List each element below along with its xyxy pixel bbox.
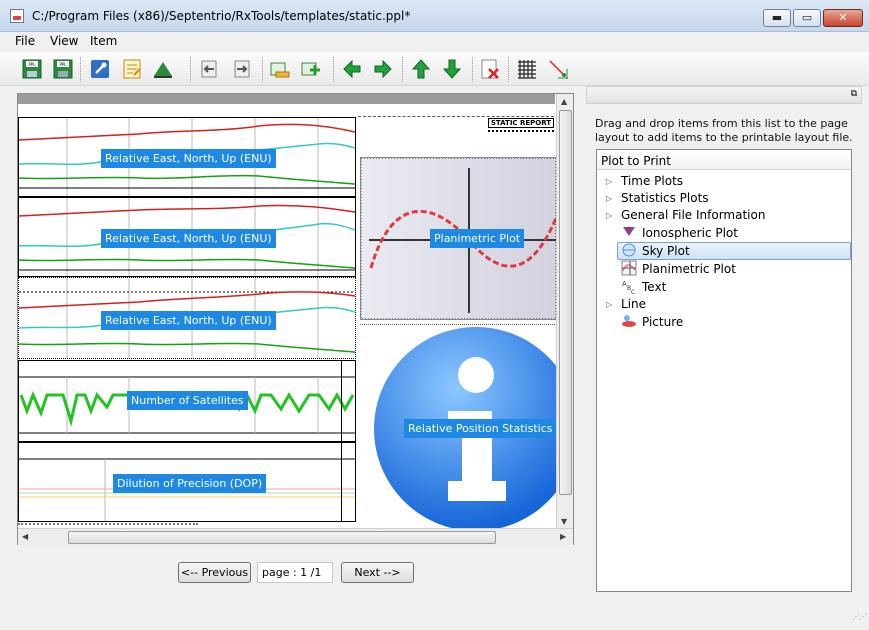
close-icon: ✕ [838, 11, 848, 24]
app-icon [10, 9, 24, 23]
canvas-horizontal-scrollbar[interactable]: ◀ ▶ [18, 528, 573, 545]
vertical-scroll-thumb[interactable] [559, 110, 572, 495]
menu-item[interactable]: Item [90, 34, 117, 48]
satellites-plot-divider [341, 361, 342, 441]
sky-plot-icon [622, 243, 636, 257]
page-indicator: page : 1 /1 [257, 562, 333, 583]
header-subline [488, 130, 554, 134]
dop-plot[interactable]: Dilution of Precision (DOP) [18, 442, 356, 522]
planimetric-plot[interactable]: Planimetric Plot [360, 157, 557, 320]
tree-item-statistics-plots[interactable]: Statistics Plots [621, 189, 709, 207]
horizontal-scroll-thumb[interactable] [68, 531, 496, 544]
tree-item-planimetric-plot[interactable]: Planimetric Plot [642, 260, 736, 278]
tree-item-ionospheric-plot[interactable]: Ionospheric Plot [642, 224, 738, 242]
float-panel-icon[interactable]: ⧉ [851, 89, 857, 99]
enu-plot-2[interactable]: Relative East, North, Up (ENU) [18, 197, 356, 277]
planimetric-icon [621, 260, 637, 276]
toolbar-separator [80, 57, 81, 82]
enu-plot-2-label: Relative East, North, Up (ENU) [101, 229, 276, 248]
dop-plot-divider [341, 443, 342, 521]
dop-plot-label: Dilution of Precision (DOP) [113, 474, 267, 493]
scroll-left-icon[interactable]: ◀ [22, 532, 28, 541]
settings-icon[interactable] [88, 57, 112, 81]
toolbar-separator [190, 57, 191, 82]
close-button[interactable]: ✕ [823, 9, 863, 27]
move-left-icon[interactable] [340, 57, 364, 81]
decrease-size-icon[interactable] [268, 57, 292, 81]
menu-file[interactable]: File [15, 34, 35, 48]
picture-icon [622, 315, 636, 327]
menu-bar: File View Item [0, 32, 869, 50]
page-header-strip [18, 94, 555, 104]
maximize-icon: ▭ [801, 11, 813, 24]
toolbar-separator [333, 57, 334, 82]
enu-plot-3[interactable]: Relative East, North, Up (ENU) [18, 277, 356, 359]
next-button[interactable]: Next --> [341, 562, 414, 583]
scroll-right-icon[interactable]: ▶ [560, 532, 566, 541]
move-down-icon[interactable] [440, 57, 464, 81]
statistics-panel[interactable]: Relative Position Statistics [360, 324, 557, 528]
svg-text:PPL: PPL [28, 62, 36, 67]
right-panel-header: ⧉ [586, 86, 862, 104]
properties-icon[interactable] [120, 57, 144, 81]
satellites-plot-label: Number of Satellites [127, 391, 248, 410]
ionospheric-icon [623, 227, 635, 236]
minimize-icon: ▬ [771, 11, 783, 24]
page-footer-dots [18, 523, 198, 527]
title-bar: C:/Program Files (x86)/Septentrio/RxTool… [0, 0, 869, 32]
minimize-button[interactable]: ▬ [763, 9, 791, 27]
tree-item-line[interactable]: Line [621, 295, 646, 313]
expand-arrow-icon[interactable]: ▷ [606, 177, 612, 186]
header-dashed-line [358, 116, 554, 117]
statistics-panel-label: Relative Position Statistics [404, 419, 557, 438]
move-right-icon[interactable] [371, 57, 395, 81]
tree-item-sky-plot[interactable]: Sky Plot [642, 242, 690, 260]
satellites-plot[interactable]: Number of Satellites [18, 360, 356, 442]
scroll-down-icon[interactable]: ▼ [561, 517, 567, 526]
enu-plot-1[interactable]: Relative East, North, Up (ENU) [18, 117, 356, 197]
align-right-icon[interactable] [229, 57, 253, 81]
move-up-icon[interactable] [409, 57, 433, 81]
enu-plot-3-label: Relative East, North, Up (ENU) [101, 311, 276, 330]
snap-icon[interactable] [546, 57, 570, 81]
toolbar-separator [402, 57, 403, 82]
static-report-title: STATIC REPORT [488, 118, 554, 128]
enu-plot-1-label: Relative East, North, Up (ENU) [101, 149, 276, 168]
menu-view[interactable]: View [50, 34, 78, 48]
panel-description: Drag and drop items from this list to th… [595, 117, 853, 144]
resize-grip-icon[interactable]: ⋰⋰ [852, 612, 867, 621]
toolbar-separator [472, 57, 473, 82]
expand-arrow-icon[interactable]: ▷ [606, 194, 612, 203]
toolbar: PPL PPL [0, 52, 869, 86]
open-ppl-icon[interactable]: PPL [20, 57, 44, 81]
tree-item-time-plots[interactable]: Time Plots [621, 172, 683, 190]
svg-text:C: C [631, 289, 635, 294]
scroll-up-icon[interactable]: ▲ [561, 97, 567, 106]
expand-arrow-icon[interactable]: ▷ [606, 300, 612, 309]
previous-button[interactable]: <-- Previous [178, 562, 251, 583]
toolbar-separator [262, 57, 263, 82]
fill-icon[interactable] [151, 57, 175, 81]
tree-item-general-file-information[interactable]: General File Information [621, 206, 765, 224]
tree-item-text[interactable]: Text [642, 278, 666, 296]
increase-size-icon[interactable] [299, 57, 323, 81]
delete-icon[interactable] [478, 57, 502, 81]
maximize-button[interactable]: ▭ [793, 9, 821, 27]
canvas-vertical-scrollbar[interactable]: ▲ ▼ [556, 94, 573, 529]
save-ppl-icon[interactable]: PPL [51, 57, 75, 81]
svg-text:PPL: PPL [59, 62, 67, 67]
tree-header: Plot to Print [597, 150, 851, 170]
expand-arrow-icon[interactable]: ▷ [606, 211, 612, 220]
plot-to-print-tree[interactable]: Plot to Print ▷ Time Plots ▷ Statistics … [596, 149, 852, 592]
tree-item-picture[interactable]: Picture [642, 313, 683, 331]
text-icon: ABC [622, 280, 635, 294]
window-title: C:/Program Files (x86)/Septentrio/RxTool… [32, 9, 411, 23]
planimetric-plot-label: Planimetric Plot [430, 229, 525, 248]
grid-icon[interactable] [515, 57, 539, 81]
align-left-icon[interactable] [198, 57, 222, 81]
toolbar-separator [508, 57, 509, 82]
